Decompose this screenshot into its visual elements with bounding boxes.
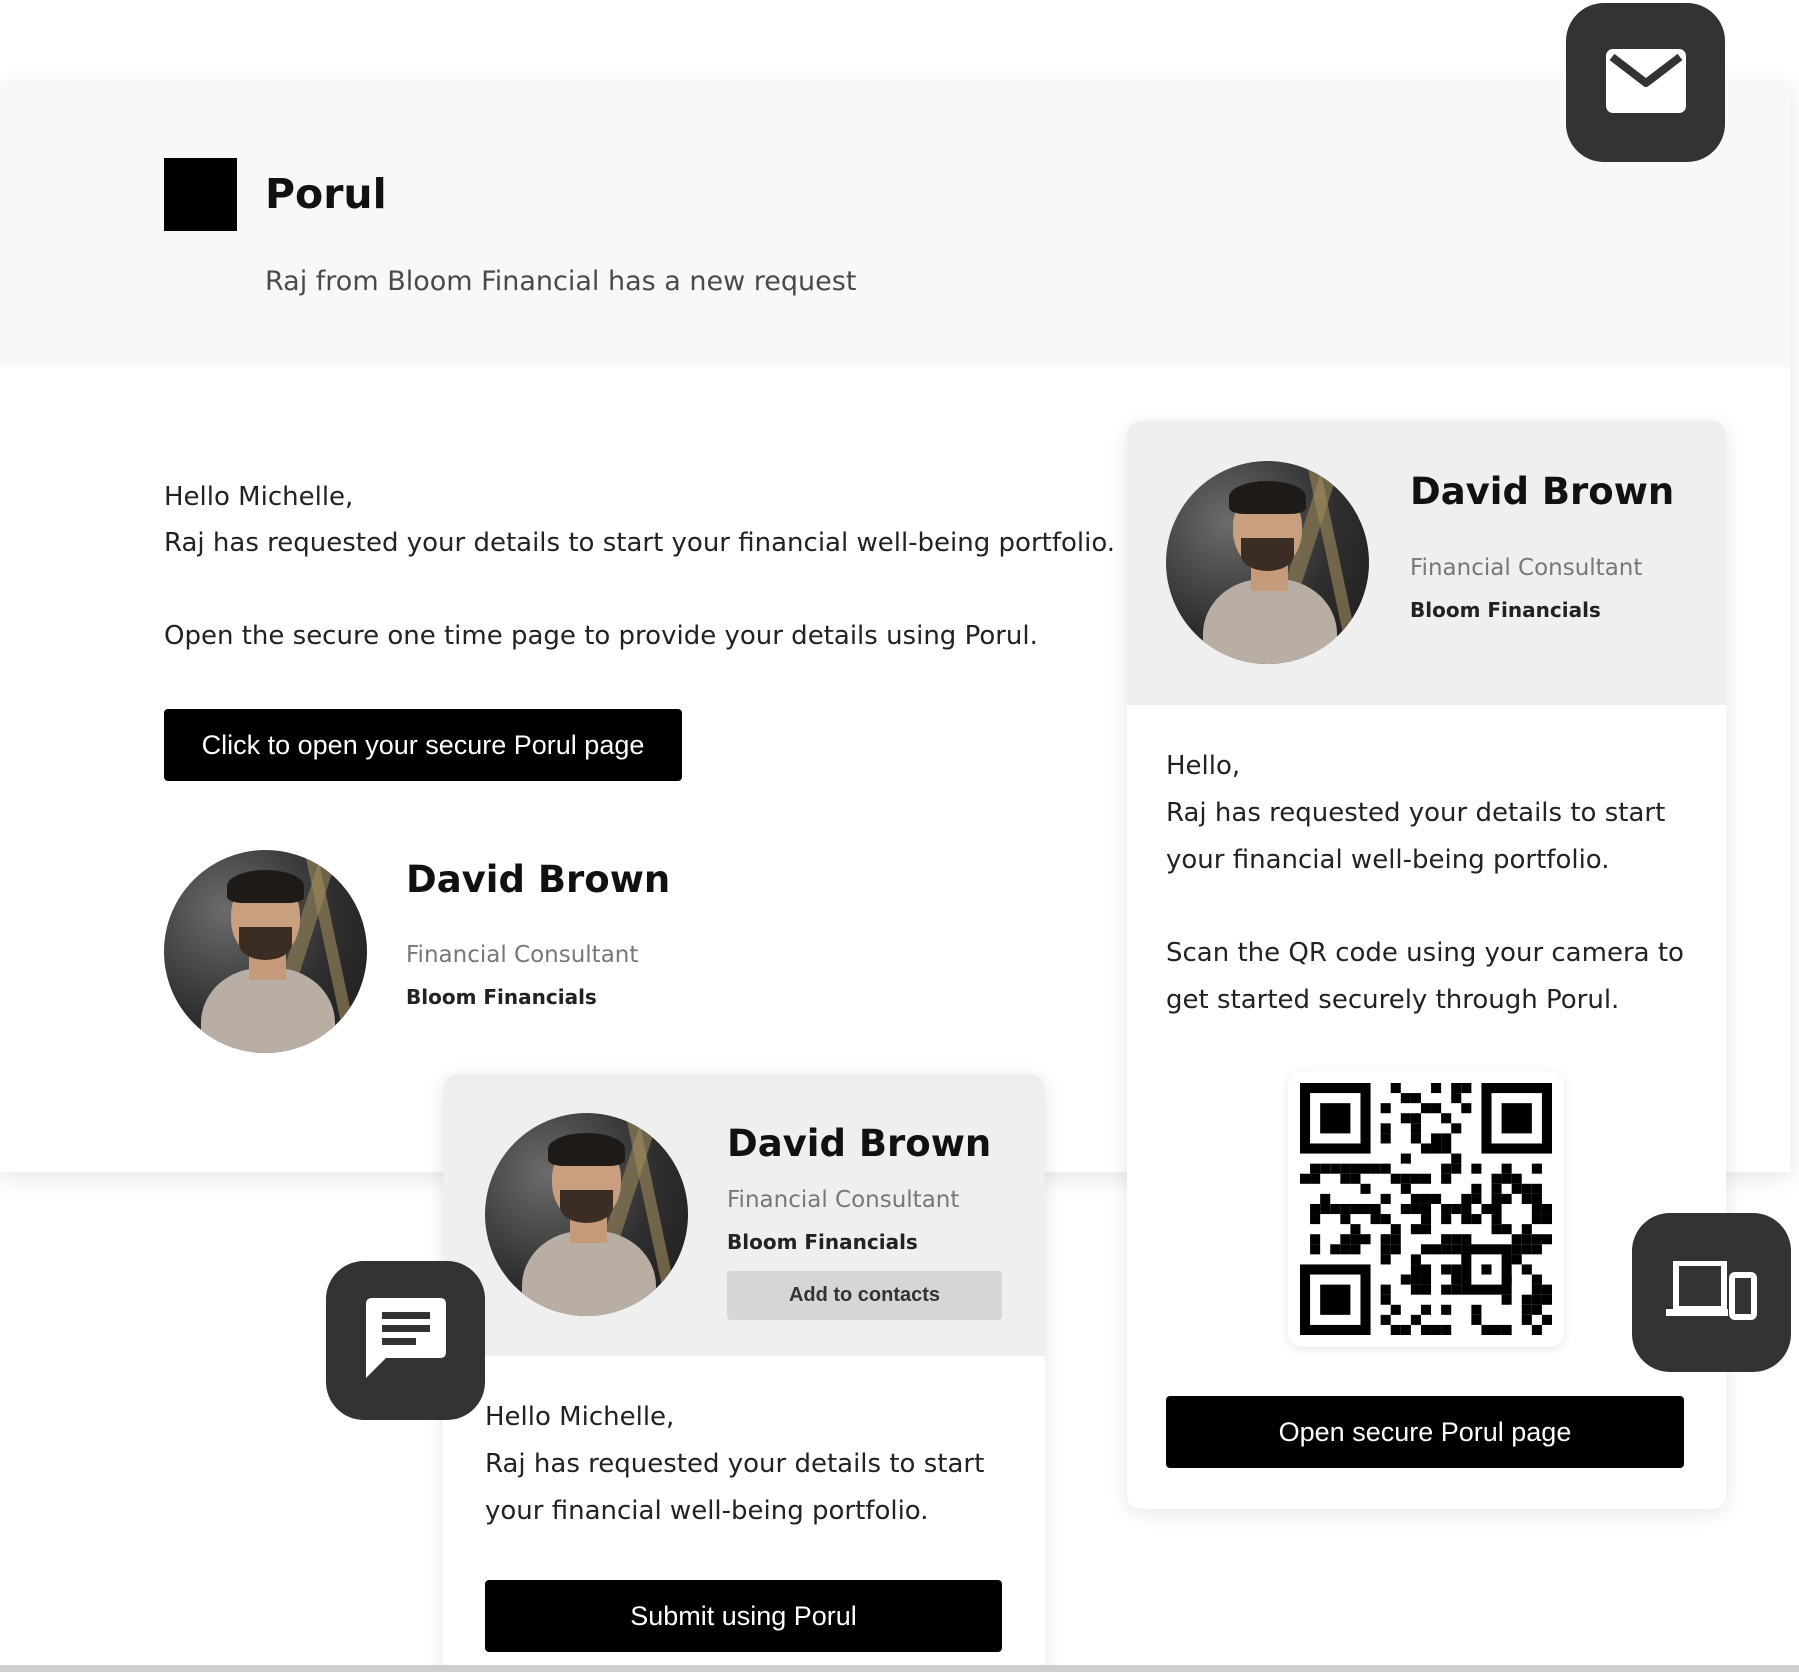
chat-icon [365,1297,446,1384]
open-secure-page-button[interactable]: Click to open your secure Porul page [164,709,682,781]
sms-card-line-1: Raj has requested your details to start [485,1449,985,1479]
qr-card-line-3: Scan the QR code using your camera to [1166,938,1684,968]
qr-card-greeting: Hello, [1166,751,1241,781]
sms-card-header: David Brown Financial Consultant Bloom F… [443,1074,1045,1356]
email-body-line-1: Raj has requested your details to start … [164,528,1116,558]
open-secure-porul-button[interactable]: Open secure Porul page [1166,1396,1684,1468]
avatar [164,850,367,1053]
mail-tile [1566,3,1725,162]
signature-company: Bloom Financials [406,985,597,1009]
sms-card-line-2: your financial well-being portfolio. [485,1496,929,1526]
email-greeting: Hello Michelle, [164,482,354,512]
qr-card-name: David Brown [1410,470,1675,513]
avatar [1166,461,1369,664]
sms-card-greeting: Hello Michelle, [485,1402,675,1432]
bottom-divider [0,1665,1799,1672]
submit-using-porul-button[interactable]: Submit using Porul [485,1580,1002,1652]
add-to-contacts-button[interactable]: Add to contacts [727,1271,1002,1320]
sms-card-name: David Brown [727,1122,992,1165]
email-body-line-2: Open the secure one time page to provide… [164,621,1038,651]
qr-card-line-1: Raj has requested your details to start [1166,798,1666,828]
devices-tile [1632,1213,1791,1372]
brand-name: Porul [265,170,387,218]
sms-card-company: Bloom Financials [727,1230,918,1254]
brand-logo [164,158,237,231]
qr-card-line-2: your financial well-being portfolio. [1166,845,1610,875]
sms-card-role: Financial Consultant [727,1187,960,1213]
signature-name: David Brown [406,858,671,901]
qr-card-header: David Brown Financial Consultant Bloom F… [1127,421,1726,705]
chat-tile [326,1261,485,1420]
avatar [485,1113,688,1316]
qr-card-line-4: get started securely through Porul. [1166,985,1620,1015]
qr-code-icon [1288,1071,1564,1347]
email-header: Porul Raj from Bloom Financial has a new… [0,82,1790,367]
qr-card-company: Bloom Financials [1410,598,1601,622]
mail-icon [1605,48,1686,117]
devices-icon [1665,1259,1758,1325]
signature-role: Financial Consultant [406,942,639,968]
qr-card-role: Financial Consultant [1410,555,1643,581]
sms-card: David Brown Financial Consultant Bloom F… [443,1074,1045,1672]
header-subtitle: Raj from Bloom Financial has a new reque… [265,266,857,297]
